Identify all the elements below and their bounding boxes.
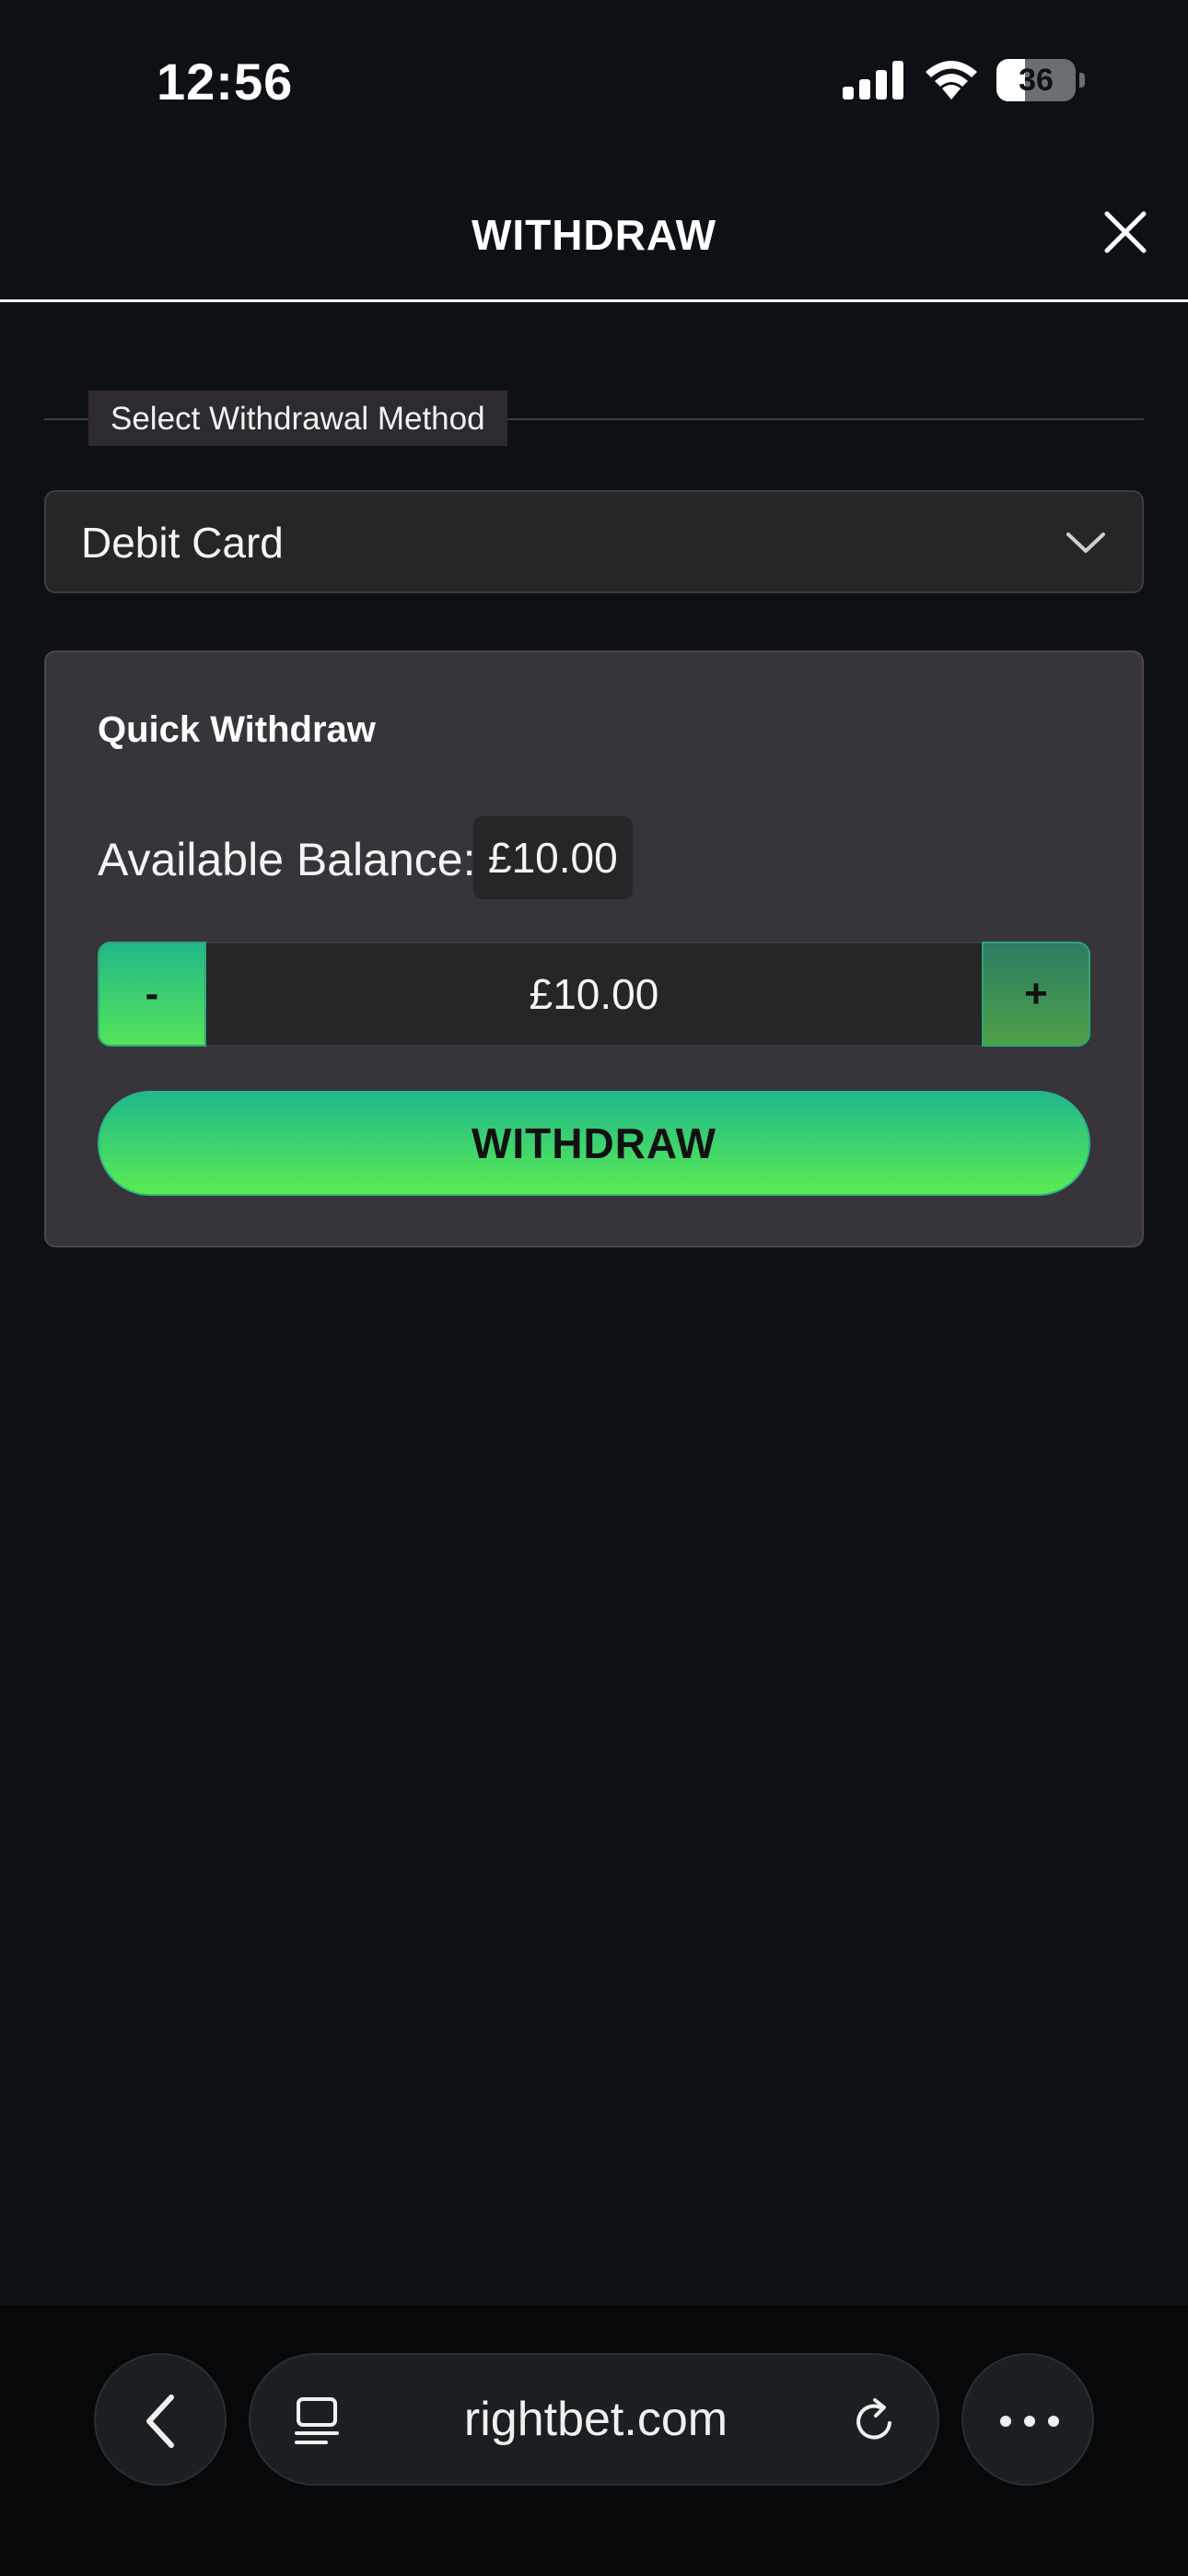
decrease-amount-button[interactable]: - — [98, 942, 206, 1047]
more-icon — [1000, 2416, 1059, 2427]
signal-icon — [843, 61, 903, 100]
modal-header: WITHDRAW — [0, 157, 1188, 302]
quick-withdraw-card: Quick Withdraw Available Balance: £10.00… — [44, 650, 1144, 1247]
url-text[interactable]: rightbet.com — [361, 2355, 831, 2484]
amount-stepper: - + — [98, 942, 1090, 1047]
battery-level-text: 36 — [1019, 63, 1054, 98]
tabs-icon[interactable] — [293, 2395, 343, 2447]
available-balance-label: Available Balance: — [98, 834, 476, 885]
increase-amount-button[interactable]: + — [982, 942, 1090, 1047]
browser-more-button[interactable] — [961, 2353, 1094, 2486]
withdraw-page: 12:56 36 WITHDRAW Select Withdrawal Meth… — [0, 0, 1188, 2576]
browser-back-button[interactable] — [94, 2353, 227, 2486]
status-time: 12:56 — [157, 53, 294, 111]
reload-icon[interactable] — [849, 2395, 901, 2447]
address-bar[interactable]: rightbet.com — [249, 2353, 939, 2486]
page-title: WITHDRAW — [471, 211, 717, 259]
wifi-icon — [926, 61, 977, 100]
quick-withdraw-title: Quick Withdraw — [98, 709, 376, 750]
battery-icon: 36 — [996, 59, 1085, 101]
close-icon[interactable] — [1101, 208, 1149, 256]
amount-input[interactable] — [206, 942, 982, 1047]
withdrawal-method-select[interactable]: Debit Card — [44, 490, 1144, 593]
status-bar: 12:56 36 — [0, 0, 1188, 157]
chevron-down-icon — [1066, 533, 1105, 553]
available-balance-value: £10.00 — [473, 816, 633, 899]
method-section-label: Select Withdrawal Method — [88, 391, 507, 446]
method-selected-value: Debit Card — [81, 519, 284, 567]
withdraw-button[interactable]: WITHDRAW — [98, 1091, 1090, 1196]
chevron-left-icon — [146, 2395, 174, 2448]
browser-toolbar: rightbet.com — [0, 2305, 1188, 2576]
